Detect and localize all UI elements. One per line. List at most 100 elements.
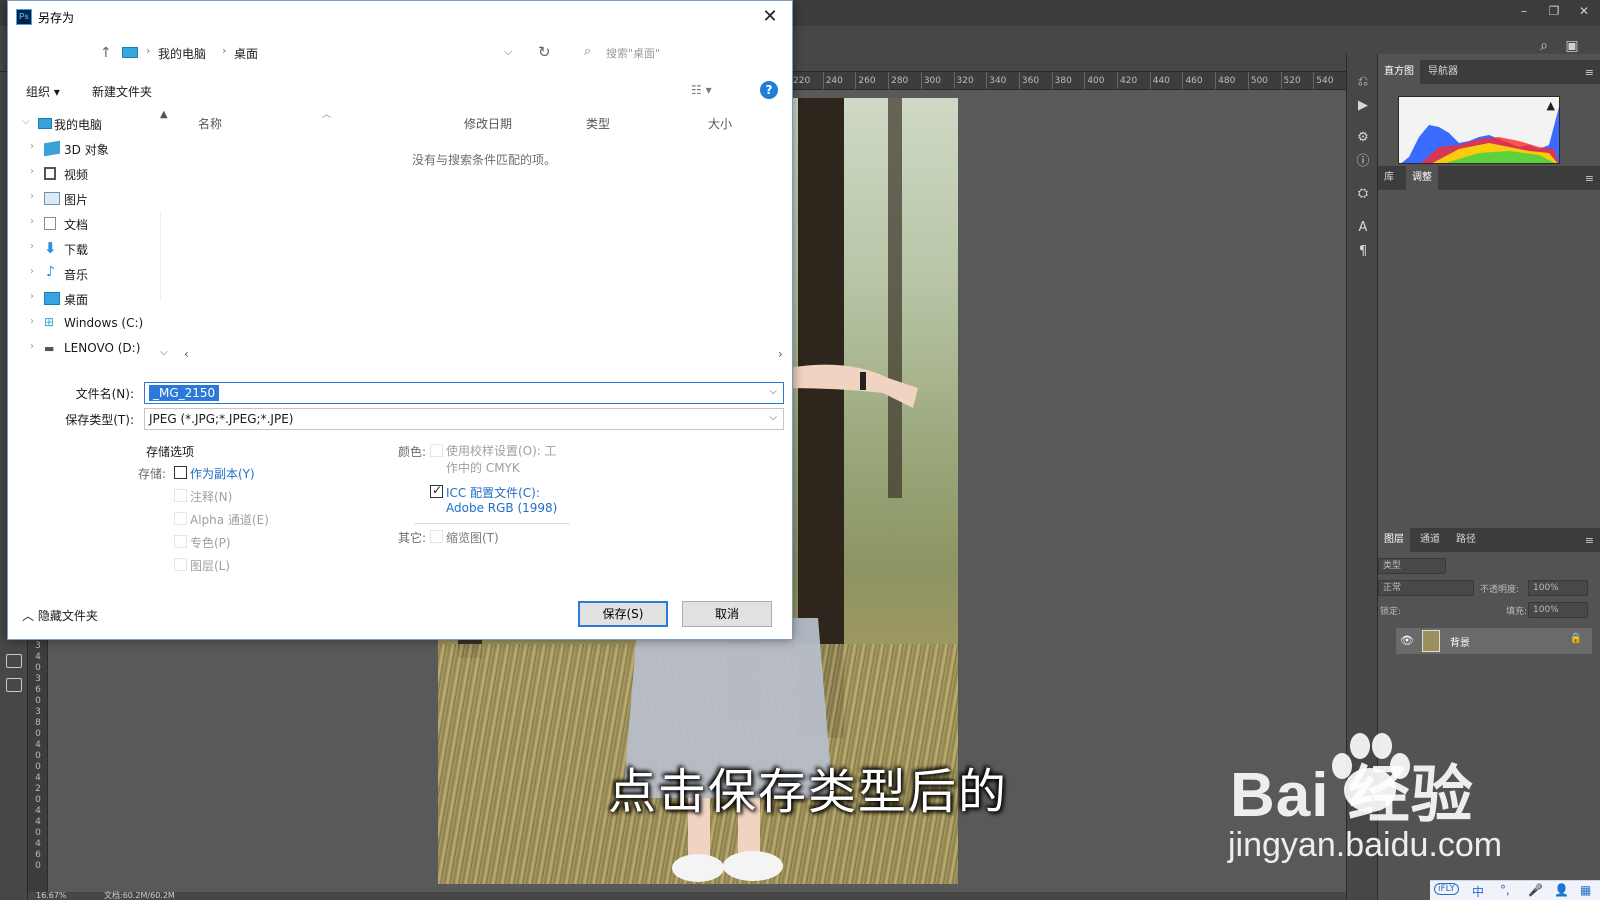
tree-item-3d-objects[interactable]: › 3D 对象 bbox=[8, 138, 158, 160]
ime-microphone-icon[interactable]: 🎤 bbox=[1528, 883, 1543, 897]
ime-punctuation-icon[interactable]: °, bbox=[1500, 883, 1510, 897]
tree-item-drive-c[interactable]: › ⊞ Windows (C:) bbox=[8, 313, 158, 335]
tree-item-documents[interactable]: › 文档 bbox=[8, 213, 158, 235]
organize-menu-button[interactable]: 组织 ▾ bbox=[26, 83, 60, 100]
cancel-button[interactable]: 取消 bbox=[682, 601, 772, 627]
actions-play-icon[interactable]: ▶ bbox=[1355, 98, 1371, 114]
filetype-select[interactable]: JPEG (*.JPG;*.JPEG;*.JPE) ⌵ bbox=[144, 408, 784, 430]
tab-histogram[interactable]: 直方图 bbox=[1378, 60, 1420, 84]
properties-icon[interactable]: ⚙ bbox=[1355, 130, 1371, 146]
use-proof-checkbox[interactable] bbox=[430, 444, 443, 457]
close-icon[interactable]: ✕ bbox=[1570, 0, 1598, 22]
chevron-right-icon[interactable]: › bbox=[30, 141, 34, 152]
tab-layers[interactable]: 图层 bbox=[1378, 528, 1410, 552]
search-input[interactable]: 搜索"桌面" bbox=[606, 45, 660, 61]
ruler-tick-label: 4 bbox=[35, 806, 41, 816]
tree-item-music[interactable]: › ♪ 音乐 bbox=[8, 263, 158, 285]
histogram-panel-tabs: 直方图 导航器 ≡ bbox=[1378, 60, 1600, 84]
chevron-down-icon[interactable]: ⌵ bbox=[769, 412, 777, 423]
column-size[interactable]: 大小 bbox=[708, 115, 732, 132]
scroll-right-icon[interactable]: › bbox=[778, 347, 783, 361]
tree-item-desktop[interactable]: › 桌面 bbox=[8, 288, 158, 310]
info-icon[interactable]: ⓘ bbox=[1355, 154, 1371, 170]
chevron-right-icon[interactable]: › bbox=[30, 191, 34, 202]
ime-grid-icon[interactable]: ▦ bbox=[1580, 883, 1591, 897]
cube-icon bbox=[44, 140, 60, 157]
eye-icon[interactable]: 👁 bbox=[1400, 634, 1414, 647]
tab-library[interactable]: 库 bbox=[1378, 166, 1400, 190]
scroll-up-icon[interactable]: ▲ bbox=[160, 109, 168, 120]
breadcrumb-my-computer[interactable]: 我的电脑 bbox=[158, 45, 206, 62]
workspace-icon[interactable]: ▣ bbox=[1564, 38, 1580, 54]
view-options-icon[interactable]: ☷ ▾ bbox=[691, 83, 712, 97]
layers-checkbox[interactable] bbox=[174, 558, 187, 571]
new-folder-button[interactable]: 新建文件夹 bbox=[92, 83, 152, 100]
character-icon[interactable]: A bbox=[1355, 220, 1371, 236]
chevron-down-icon[interactable]: ⌵ bbox=[504, 45, 512, 59]
restore-icon[interactable]: ❐ bbox=[1540, 0, 1568, 22]
tab-adjustments[interactable]: 调整 bbox=[1406, 166, 1438, 190]
layer-row-background[interactable]: 👁 背景 🔒 bbox=[1396, 628, 1592, 654]
minimize-icon[interactable]: – bbox=[1510, 0, 1538, 22]
chevron-right-icon[interactable]: › bbox=[30, 216, 34, 227]
thumbnail-checkbox[interactable] bbox=[430, 530, 443, 543]
hide-folders-toggle[interactable]: ︿ 隐藏文件夹 bbox=[22, 607, 98, 624]
icc-profile-checkbox[interactable] bbox=[430, 483, 443, 498]
screen-mode-icon[interactable] bbox=[6, 654, 22, 668]
column-type[interactable]: 类型 bbox=[586, 115, 610, 132]
breadcrumb-desktop[interactable]: 桌面 bbox=[234, 45, 258, 62]
spot-colors-checkbox[interactable] bbox=[174, 535, 187, 548]
brush-preset-icon[interactable]: ⛭ bbox=[1355, 186, 1371, 202]
search-box[interactable]: ⌕ 搜索"桌面" bbox=[580, 39, 782, 65]
ime-user-icon[interactable]: 👤 bbox=[1554, 883, 1569, 897]
tab-paths[interactable]: 路径 bbox=[1450, 528, 1482, 552]
as-copy-checkbox[interactable] bbox=[174, 466, 187, 479]
filename-field[interactable]: _MG_2150 ⌵ bbox=[144, 382, 784, 404]
chevron-down-icon[interactable]: ⌵ bbox=[769, 386, 777, 397]
layer-filter-select[interactable]: 类型 bbox=[1378, 558, 1446, 574]
chevron-right-icon[interactable]: › bbox=[30, 291, 34, 302]
chevron-right-icon[interactable]: › bbox=[30, 241, 34, 252]
panel-menu-icon[interactable]: ≡ bbox=[1585, 172, 1594, 185]
blend-mode-select[interactable]: 正常 bbox=[1378, 580, 1474, 596]
icc-profile-label[interactable]: ICC 配置文件(C): bbox=[446, 484, 540, 501]
ime-chinese-mode[interactable]: 中 bbox=[1472, 883, 1484, 900]
alpha-channels-checkbox[interactable] bbox=[174, 512, 187, 525]
ime-logo-icon[interactable]: iFLY bbox=[1434, 883, 1459, 895]
tab-navigator[interactable]: 导航器 bbox=[1422, 60, 1464, 84]
ruler-tick-label: 0 bbox=[35, 795, 41, 805]
tree-item-drive-d[interactable]: › ▬ LENOVO (D:) bbox=[8, 338, 158, 360]
chevron-down-icon[interactable]: ⌵ bbox=[22, 116, 30, 127]
tree-item-my-computer[interactable]: ⌵ 我的电脑 bbox=[8, 113, 158, 135]
history-icon[interactable]: ⎌ bbox=[1355, 74, 1371, 90]
save-button[interactable]: 保存(S) bbox=[578, 601, 668, 627]
tree-item-video[interactable]: › 视频 bbox=[8, 163, 158, 185]
help-icon[interactable]: ? bbox=[760, 81, 778, 99]
scroll-down-icon[interactable]: ⌵ bbox=[160, 347, 168, 358]
fill-field[interactable]: 100% bbox=[1528, 602, 1588, 618]
column-date-modified[interactable]: 修改日期 bbox=[464, 115, 512, 132]
as-copy-label[interactable]: 作为副本(Y) bbox=[190, 465, 255, 482]
paragraph-icon[interactable]: ¶ bbox=[1355, 244, 1371, 260]
refresh-icon[interactable]: ↻ bbox=[538, 43, 551, 61]
search-icon[interactable]: ⌕ bbox=[1536, 38, 1552, 54]
notes-checkbox[interactable] bbox=[174, 489, 187, 502]
panel-menu-icon[interactable]: ≡ bbox=[1585, 66, 1594, 79]
opacity-field[interactable]: 100% bbox=[1528, 580, 1588, 596]
tree-label: LENOVO (D:) bbox=[64, 341, 141, 355]
chevron-right-icon[interactable]: › bbox=[30, 341, 34, 352]
tree-item-downloads[interactable]: › ⬇ 下载 bbox=[8, 238, 158, 260]
chevron-right-icon[interactable]: › bbox=[30, 266, 34, 277]
chevron-right-icon[interactable]: › bbox=[30, 316, 34, 327]
column-name[interactable]: 名称 bbox=[198, 115, 222, 132]
tree-item-pictures[interactable]: › 图片 bbox=[8, 188, 158, 210]
tree-label: 我的电脑 bbox=[54, 118, 103, 132]
dialog-close-button[interactable]: ✕ bbox=[758, 5, 782, 29]
pane-divider[interactable] bbox=[160, 211, 161, 301]
scroll-left-icon[interactable]: ‹ bbox=[184, 347, 189, 361]
up-arrow-icon[interactable]: ↑ bbox=[100, 45, 112, 61]
tab-channels[interactable]: 通道 bbox=[1414, 528, 1446, 552]
chevron-right-icon[interactable]: › bbox=[30, 166, 34, 177]
panel-menu-icon[interactable]: ≡ bbox=[1585, 534, 1594, 547]
quick-mask-icon[interactable] bbox=[6, 678, 22, 692]
